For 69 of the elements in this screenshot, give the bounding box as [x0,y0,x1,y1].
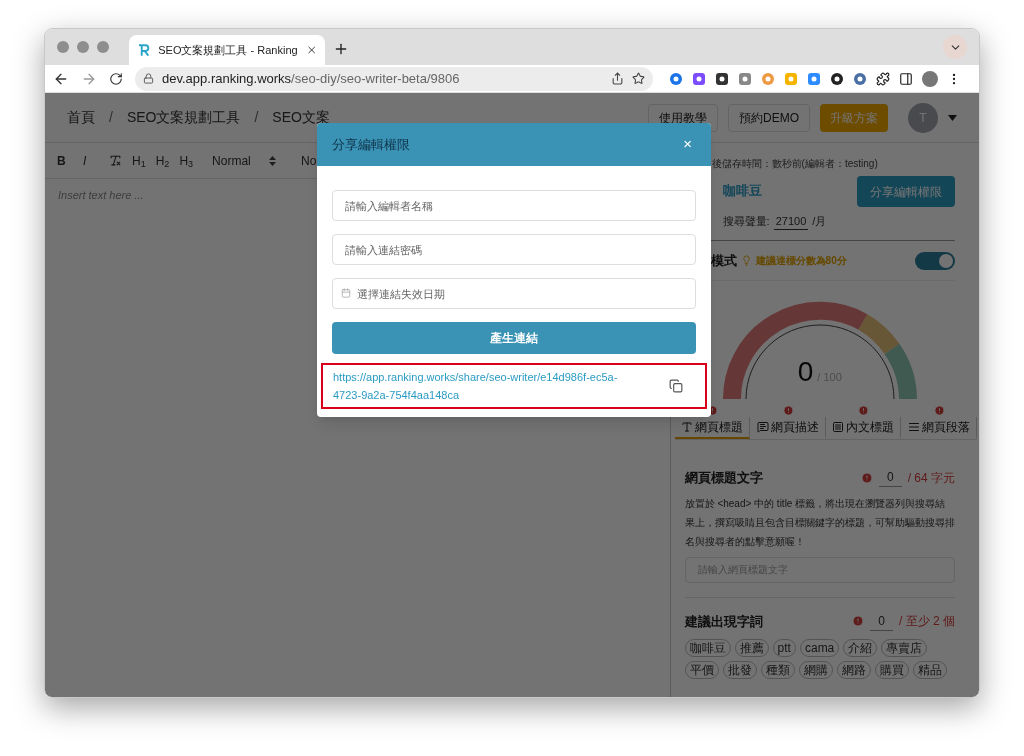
close-button[interactable]: × [679,133,696,156]
heading-button[interactable]: H$_{1}$ [132,151,146,170]
reload-icon[interactable] [109,71,123,86]
clear-format-icon[interactable] [109,154,122,167]
bold-button[interactable]: B [57,151,73,170]
copy-icon[interactable] [669,379,683,393]
dialog-input-field[interactable]: 請輸入連結密碼 [332,234,696,265]
share-icon[interactable] [611,72,624,85]
mode-toggle[interactable] [915,251,955,270]
browser-tab[interactable]: SEO文案規劃工具 - Ranking [129,35,325,65]
tab-icon [680,421,693,433]
alert-icon [860,471,873,484]
lock-icon [143,73,154,84]
tab-icon [756,421,769,433]
dialog-input-field[interactable]: 選擇連結失效日期 [332,278,696,309]
tab-title: SEO文案規劃工具 - Ranking [158,42,298,58]
side-panel-icon[interactable] [899,71,913,86]
header-button[interactable]: 預約DEMO [728,103,810,132]
extensions-icon[interactable] [876,71,890,86]
count-limit: / 至少 2 個 [899,613,955,631]
calendar-icon [341,288,351,298]
volume-value: 27100 [773,212,809,230]
panel-tab[interactable]: 網頁段落 [901,417,977,439]
font-select[interactable]: No [301,151,317,170]
close-icon[interactable] [305,44,317,56]
save-status: 後儲存時間：數秒前(編輯者：testing) [711,157,878,171]
bookmark-star-icon[interactable] [632,72,645,85]
dialog-title: 分享編輯權限 [332,135,410,154]
caret-icon[interactable] [948,114,957,121]
tab-list-button[interactable] [943,35,967,59]
volume-label: 搜尋聲量: [722,214,770,229]
breadcrumb-separator: / [254,108,259,127]
share-permission-button[interactable]: 分享編輯權限 [857,176,955,207]
mode-label: 模式 [710,251,737,270]
new-tab-icon[interactable] [333,41,349,57]
address-bar[interactable]: dev.app.ranking.works/seo-diy/seo-writer-beta/9806 [135,66,653,91]
generate-link-button[interactable]: 產生連結 [332,322,696,354]
heading-button[interactable]: H$_{2}$ [155,151,170,170]
score-value: 0 [797,355,814,389]
format-select[interactable]: Normal [212,151,277,170]
breadcrumb-separator: / [109,108,113,127]
alert-icon [852,615,865,628]
profile-avatar[interactable] [922,70,938,87]
url-text: dev.app.ranking.works/seo-diy/seo-writer-beta/9806 [162,69,461,88]
heading-button[interactable]: H$_{3}$ [179,151,194,170]
section-heading: 網頁標題文字 [684,469,763,487]
lightbulb-icon [740,255,752,266]
italic-button[interactable]: I [83,151,99,170]
keyword-text: 咖啡豆 [722,182,763,200]
count-value: 0 [878,468,902,488]
mode-hint: 建議達標分數為80分 [755,254,847,268]
share-link[interactable]: https://app.ranking.works/share/seo-writer/e14d986f-ec5a-4723-9a2a-754f4aa148ca [333,368,633,404]
extension-icon[interactable] [830,71,844,86]
tab-icon [907,421,920,433]
up-down-arrows-icon [269,155,277,166]
section-description: 放置於 <head> 中的 title 標籤，將出現在瀏覽器列與搜尋結果上，撰寫吸睛且包含目標關鍵字的標題，可幫助驅動搜尋排名與搜尋者的點擊意願喔！ [684,496,955,549]
dialog-input-field[interactable]: 請輸入編輯者名稱 [332,190,696,221]
r-logo-icon [137,43,151,57]
extension-icon[interactable] [715,71,729,86]
tab-icon [832,421,845,433]
breadcrumb-link[interactable]: SEO文案規劃工具 [126,107,241,128]
breadcrumb-link[interactable]: SEO文案 [272,107,330,128]
panel-tab[interactable]: 網頁描述 [750,417,826,439]
section-heading: 建議出現字詞 [684,612,763,631]
count-limit: / 64 字元 [907,469,955,487]
panel-tab[interactable]: 內文標題 [825,417,902,439]
volume-unit: /月 [812,214,827,229]
breadcrumb-link[interactable]: 首頁 [67,107,95,128]
count-value: 0 [870,611,893,631]
